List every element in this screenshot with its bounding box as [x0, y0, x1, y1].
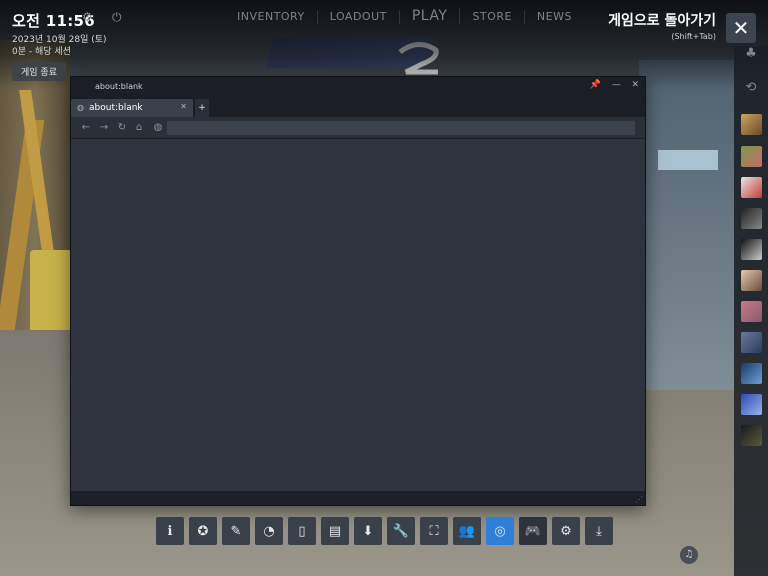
avatar[interactable]: [741, 239, 762, 260]
gear-icon: ⚙: [560, 523, 572, 539]
url-input[interactable]: [167, 121, 635, 135]
achievements-button[interactable]: ✪: [189, 517, 217, 545]
game-nav-store: STORE: [460, 10, 525, 24]
home-icon[interactable]: ⌂: [132, 121, 146, 135]
friends-button[interactable]: 👥: [453, 517, 481, 545]
browser-titlebar[interactable]: about:blank 📌 — ✕: [71, 77, 645, 97]
timer-button[interactable]: ◔: [255, 517, 283, 545]
settings-wrench-button[interactable]: 🔧: [387, 517, 415, 545]
recent-icon[interactable]: ⟲: [742, 80, 760, 98]
reload-icon[interactable]: ↻: [115, 121, 129, 135]
game-nav-news: NEWS: [536, 10, 572, 23]
downloads-button[interactable]: ⬇: [354, 517, 382, 545]
return-to-game-title[interactable]: 게임으로 돌아가기: [608, 10, 716, 30]
avatar[interactable]: [741, 332, 762, 353]
achievements-icon: ✪: [197, 523, 209, 539]
new-tab-button[interactable]: +: [195, 99, 209, 117]
avatar[interactable]: [741, 301, 762, 322]
nav-bar: ← → ↻ ⌂ ◍: [71, 117, 645, 139]
site-info-icon[interactable]: ◍: [151, 121, 165, 135]
end-game-button[interactable]: 게임 종료: [12, 62, 66, 81]
back-icon[interactable]: ←: [79, 121, 93, 135]
avatar[interactable]: [741, 394, 762, 415]
minimize-icon[interactable]: —: [612, 80, 621, 90]
clock-settings-icon[interactable]: ⚙: [82, 11, 95, 24]
overlay-toolbar: ℹ ✪ ✎ ◔ ▯ ▤ ⬇ 🔧 ⛶ 👥 ◎ 🎮 ⚙ ⤓: [156, 517, 613, 545]
gear-button[interactable]: ⚙: [552, 517, 580, 545]
resize-grip-icon[interactable]: ⋰: [635, 495, 643, 504]
avatar[interactable]: [741, 425, 762, 446]
avatar[interactable]: [741, 363, 762, 384]
timer-icon: ◔: [263, 523, 275, 539]
guides-icon: ▯: [298, 523, 306, 539]
avatar[interactable]: [741, 177, 762, 198]
notes-icon: ✎: [230, 523, 242, 539]
friends-icon: 👥: [458, 523, 476, 539]
tab-bar: ◍ about:blank ✕ +: [71, 97, 645, 117]
game-nav-play: PLAY: [400, 8, 461, 24]
chat-button[interactable]: ▤: [321, 517, 349, 545]
close-overlay-button[interactable]: ✕: [726, 13, 756, 43]
minimize-overlay-icon: ⤓: [596, 523, 602, 539]
close-icon: ✕: [732, 16, 750, 40]
globe-icon: ◍: [77, 103, 84, 112]
info-icon: ℹ: [167, 523, 173, 539]
avatar[interactable]: [741, 114, 762, 135]
return-shortcut: (Shift+Tab): [671, 32, 716, 41]
downloads-icon: ⬇: [362, 523, 374, 539]
info-button[interactable]: ℹ: [156, 517, 184, 545]
forward-icon[interactable]: →: [97, 121, 111, 135]
browser-button[interactable]: ◎: [486, 517, 514, 545]
screenshot-icon: ⛶: [429, 523, 439, 539]
game-nav-loadout: LOADOUT: [318, 10, 400, 24]
session-time: 0분 - 해당 세션: [12, 47, 71, 57]
music-icon[interactable]: ♫: [680, 546, 698, 564]
window-close-icon[interactable]: ✕: [631, 80, 639, 90]
avatar[interactable]: [741, 146, 762, 167]
friends-rail: ♣ ⟲: [734, 46, 768, 576]
chat-icon: ▤: [328, 523, 342, 539]
tab-about-blank[interactable]: ◍ about:blank ✕: [71, 99, 193, 117]
notes-button[interactable]: ✎: [222, 517, 250, 545]
tab-label: about:blank: [89, 103, 143, 113]
tab-close-icon[interactable]: ✕: [180, 102, 187, 111]
avatar[interactable]: [741, 208, 762, 229]
pin-icon[interactable]: 📌: [590, 80, 601, 90]
status-bar: ⋰: [71, 491, 645, 505]
browser-icon: ◎: [494, 523, 506, 539]
friends-list-icon[interactable]: ♣: [742, 46, 760, 64]
game-nav-inventory: INVENTORY: [225, 10, 318, 24]
controller-button[interactable]: 🎮: [519, 517, 547, 545]
page-content[interactable]: [71, 139, 645, 491]
guides-button[interactable]: ▯: [288, 517, 316, 545]
avatar[interactable]: [741, 270, 762, 291]
window-title: about:blank: [95, 82, 143, 91]
browser-window: about:blank 📌 — ✕ ◍ about:blank ✕ + ← → …: [70, 76, 646, 506]
controller-icon: 🎮: [524, 523, 542, 539]
screenshot-button[interactable]: ⛶: [420, 517, 448, 545]
minimize-overlay-button[interactable]: ⤓: [585, 517, 613, 545]
settings-wrench-icon: 🔧: [392, 523, 410, 539]
power-icon[interactable]: ⏻: [112, 10, 126, 24]
game-nav: INVENTORY LOADOUT PLAY STORE NEWS: [225, 8, 584, 24]
